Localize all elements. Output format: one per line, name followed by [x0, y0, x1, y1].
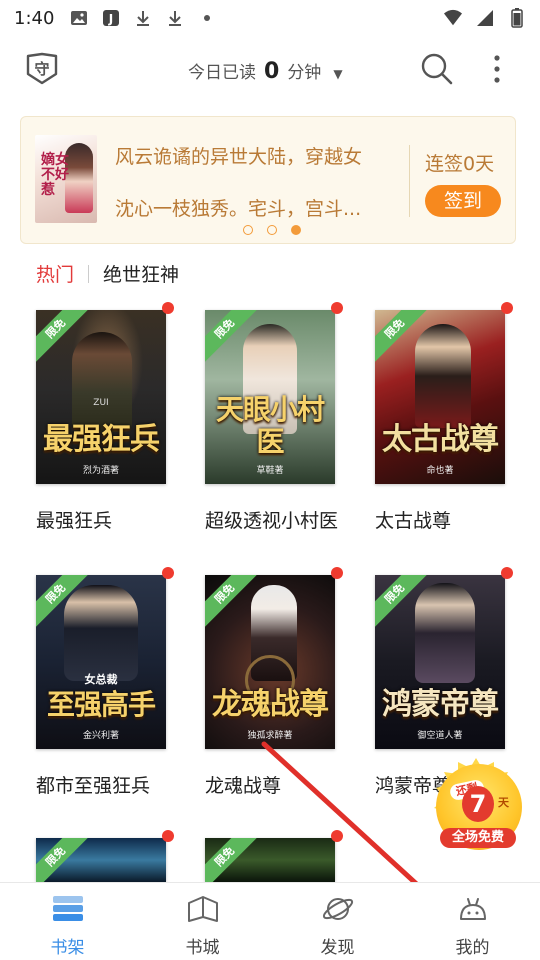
reading-minutes: 0: [264, 59, 280, 84]
reading-unit: 分钟: [287, 63, 322, 83]
category-title[interactable]: 绝世狂神: [103, 260, 179, 287]
mascot-icon: [456, 893, 490, 925]
update-dot: [331, 567, 343, 579]
update-dot: [501, 302, 513, 314]
status-bar: 1:40 J: [0, 0, 540, 36]
signin-button[interactable]: 签到: [425, 185, 501, 217]
nav-label: 发现: [320, 938, 355, 958]
bottom-navigation: 书架 书城 发现 我的: [0, 882, 540, 960]
svg-text:J: J: [108, 12, 113, 26]
cover-title: 龙魂战尊: [212, 687, 329, 722]
dot-icon: [198, 9, 216, 27]
banner-book-cover[interactable]: 嫡女不好惹: [35, 135, 97, 223]
banner-divider: [409, 145, 410, 217]
shield-icon[interactable]: 守: [24, 52, 60, 86]
nav-label: 书架: [50, 938, 85, 958]
update-dot: [162, 302, 174, 314]
book-cover[interactable]: 鸿蒙帝尊 御空道人著 限免: [375, 575, 505, 749]
book-cover[interactable]: ZUI 最强狂兵 烈为酒著 限免: [36, 310, 166, 484]
category-hot-tag[interactable]: 热门: [36, 260, 74, 287]
signin-streak: 连签0天: [425, 153, 495, 175]
book-title[interactable]: 最强狂兵: [36, 506, 176, 536]
nav-discover[interactable]: 发现: [270, 883, 405, 960]
book-cover[interactable]: 限免: [205, 838, 335, 882]
cover-title: 天眼小村医: [215, 393, 325, 458]
cover-subtitle: 女总裁: [84, 673, 118, 686]
category-separator: [88, 264, 90, 283]
book-open-icon: [186, 893, 220, 925]
daily-reading-time[interactable]: 今日已读 0 分钟 ▼: [188, 58, 343, 84]
nav-profile[interactable]: 我的: [405, 883, 540, 960]
update-dot: [331, 302, 343, 314]
book-title[interactable]: 龙魂战尊: [205, 771, 345, 801]
j-app-icon: J: [102, 9, 120, 27]
more-vertical-icon[interactable]: [490, 52, 504, 86]
book-title[interactable]: 都市至强狂兵: [36, 771, 176, 801]
image-icon: [70, 9, 88, 27]
book-title[interactable]: 超级透视小村医: [205, 506, 345, 536]
update-dot: [331, 830, 343, 842]
cover-author: 草鞋著: [256, 466, 284, 476]
nav-bookstore[interactable]: 书城: [135, 883, 270, 960]
pager-dot[interactable]: [267, 225, 277, 235]
nav-label: 书城: [185, 938, 220, 958]
search-icon[interactable]: [420, 52, 454, 86]
book-cover[interactable]: 女总裁 至强高手 金兴利著 限免: [36, 575, 166, 749]
badge-days-unit: 天: [498, 796, 509, 809]
banner-pager: [243, 225, 301, 235]
cover-author: 御空道人著: [417, 731, 463, 741]
cover-title: 至强高手: [46, 688, 156, 721]
reading-prefix: 今日已读: [188, 63, 256, 83]
pager-dot-active[interactable]: [291, 225, 301, 235]
wifi-icon: [444, 9, 462, 27]
update-dot: [501, 567, 513, 579]
svg-text:守: 守: [34, 60, 49, 78]
cover-tagline: ZUI: [93, 398, 109, 408]
badge-days-number: 7: [462, 786, 494, 822]
cover-title: 鸿蒙帝尊: [382, 687, 499, 722]
planet-icon: [321, 893, 355, 925]
cover-author: 独孤求醉著: [247, 731, 293, 741]
nav-label: 我的: [455, 938, 490, 958]
battery-icon: [508, 8, 526, 28]
cover-title: 最强狂兵: [43, 422, 160, 457]
status-notification-icons: J: [70, 9, 216, 27]
triangle-down-icon: ▼: [333, 67, 343, 81]
book-cover[interactable]: 限免: [36, 838, 166, 882]
cover-author: 烈为酒著: [82, 466, 119, 476]
cover-author: 金兴利著: [82, 731, 119, 741]
category-header: 热门 绝世狂神: [36, 260, 179, 287]
status-system-icons: [444, 8, 526, 28]
update-dot: [162, 830, 174, 842]
update-dot: [162, 567, 174, 579]
book-title[interactable]: 太古战尊: [375, 506, 515, 536]
banner-cover-title: 嫡女不好惹: [41, 152, 69, 198]
limited-free-badge[interactable]: 还剩 7 天 全场免费: [428, 756, 524, 852]
cover-title: 太古战尊: [382, 422, 499, 457]
badge-all-free: 全场免费: [440, 828, 516, 848]
top-header: 守 今日已读 0 分钟 ▼: [0, 46, 540, 92]
status-time: 1:40: [14, 7, 55, 29]
book-cover[interactable]: 太古战尊 命也著 限免: [375, 310, 505, 484]
download-icon: [166, 9, 184, 27]
pager-dot[interactable]: [243, 225, 253, 235]
book-cover[interactable]: 天眼小村医 草鞋著 限免: [205, 310, 335, 484]
cover-author: 命也著: [426, 466, 454, 476]
bookshelf-icon: [51, 893, 85, 925]
nav-bookshelf[interactable]: 书架: [0, 883, 135, 960]
signal-icon: [476, 9, 494, 27]
banner-line-2: 沈心一枝独秀。宅斗，宫斗...: [115, 198, 362, 220]
book-cover[interactable]: 龙魂战尊 独孤求醉著 限免: [205, 575, 335, 749]
sign-in-banner[interactable]: 嫡女不好惹 风云诡谲的异世大陆，穿越女 沈心一枝独秀。宅斗，宫斗... 连签0天…: [20, 116, 516, 244]
banner-line-1: 风云诡谲的异世大陆，穿越女: [115, 146, 363, 168]
download-icon: [134, 9, 152, 27]
